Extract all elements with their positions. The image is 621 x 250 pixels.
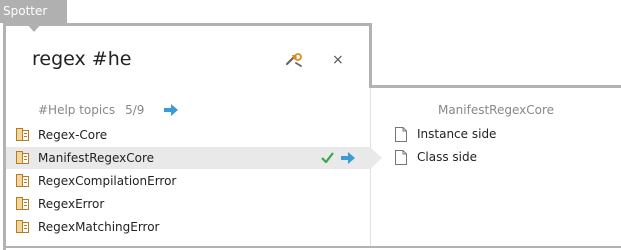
list-item-label: RegexError bbox=[38, 197, 105, 211]
list-item[interactable]: RegexError bbox=[6, 193, 370, 215]
preview-item-label: Class side bbox=[417, 150, 477, 164]
frame-border-bottom bbox=[3, 246, 621, 248]
category-label: #Help topics bbox=[38, 103, 116, 117]
category-count: 5/9 bbox=[125, 103, 145, 117]
class-icon bbox=[16, 220, 29, 233]
preview-item-label: Instance side bbox=[417, 127, 497, 141]
close-icon[interactable]: × bbox=[332, 52, 344, 68]
list-item-label: Regex-Core bbox=[38, 128, 108, 142]
arrow-right-icon[interactable] bbox=[164, 104, 178, 116]
document-icon bbox=[395, 127, 407, 142]
list-item[interactable]: RegexCompilationError bbox=[6, 170, 370, 192]
wrench-icon[interactable] bbox=[286, 53, 302, 67]
list-item[interactable]: Regex-Core bbox=[6, 124, 370, 146]
class-icon bbox=[16, 174, 29, 187]
list-item[interactable]: RegexMatchingError bbox=[6, 216, 370, 238]
class-icon bbox=[16, 128, 29, 141]
preview-title: ManifestRegexCore bbox=[437, 103, 555, 117]
list-item-selected[interactable]: ManifestRegexCore bbox=[6, 147, 370, 169]
class-icon bbox=[16, 197, 29, 210]
class-icon bbox=[16, 151, 29, 164]
search-input[interactable]: regex #he bbox=[32, 48, 131, 70]
check-icon[interactable] bbox=[321, 152, 334, 163]
frame-border-top bbox=[3, 23, 372, 26]
frame-border-preview-top bbox=[369, 85, 621, 88]
frame-border-search-right bbox=[369, 23, 372, 88]
spotter-tab[interactable]: Spotter bbox=[0, 0, 67, 23]
list-item-label: RegexCompilationError bbox=[38, 174, 177, 188]
document-icon bbox=[395, 150, 407, 165]
category-header[interactable]: #Help topics 5/9 bbox=[38, 103, 144, 117]
list-item-label: ManifestRegexCore bbox=[38, 151, 155, 165]
arrow-right-icon[interactable] bbox=[341, 152, 355, 164]
list-item-label: RegexMatchingError bbox=[38, 220, 160, 234]
selection-pointer bbox=[370, 147, 382, 169]
spotter-window: Spotter regex #he × #Help topics 5/9 Rege… bbox=[0, 0, 621, 250]
spotter-tab-label: Spotter bbox=[3, 4, 48, 18]
